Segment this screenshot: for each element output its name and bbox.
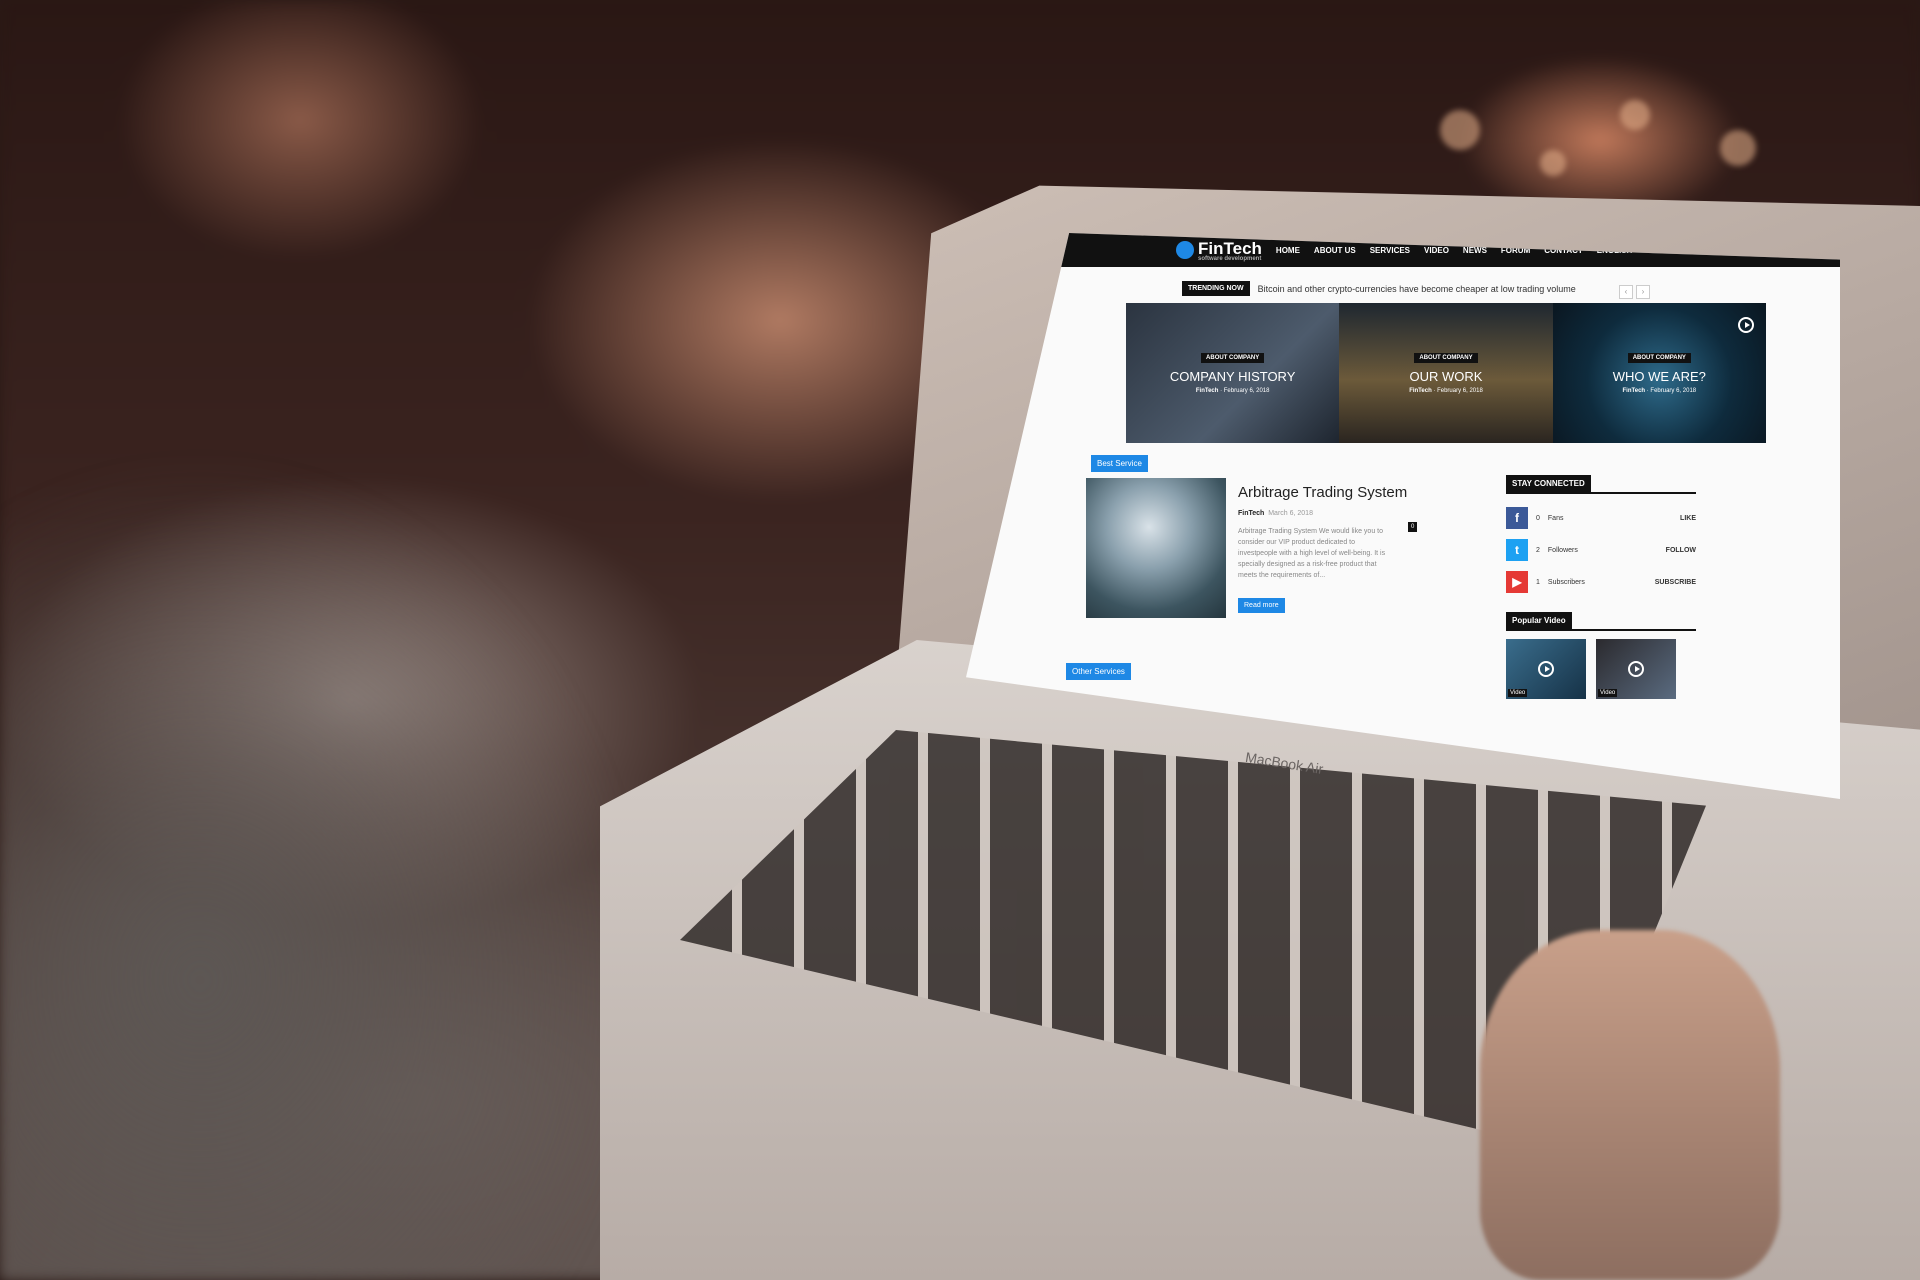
featured-article: Arbitrage Trading System FinTech March 6… — [1086, 478, 1456, 648]
video-thumbnail[interactable]: Video — [1506, 639, 1586, 699]
trending-bar: TRENDING NOW Bitcoin and other crypto-cu… — [1182, 281, 1576, 296]
social-row-youtube[interactable]: ▶ 1 Subscribers SUBSCRIBE — [1506, 566, 1696, 598]
social-count: 2 — [1536, 546, 1540, 554]
tile-category: ABOUT COMPANY — [1627, 352, 1691, 363]
nav-video[interactable]: VIDEO — [1424, 246, 1449, 255]
read-more-button[interactable]: Read more — [1238, 598, 1285, 613]
article-meta: FinTech March 6, 2018 — [1238, 510, 1313, 517]
other-services-tag: Other Services — [1066, 663, 1131, 680]
twitter-icon: t — [1506, 539, 1528, 561]
facebook-icon: f — [1506, 507, 1528, 529]
social-count: 0 — [1536, 514, 1540, 522]
photo-scene: MacBook Air FinTech software development… — [0, 0, 1920, 1280]
video-thumbnail[interactable]: Video — [1596, 639, 1676, 699]
tile-meta: FinTech · February 6, 2018 — [1409, 387, 1483, 394]
trending-nav: ‹ › — [1619, 285, 1650, 299]
article-image[interactable] — [1086, 478, 1226, 618]
divider — [1506, 492, 1696, 494]
logo-text: FinTech — [1198, 238, 1262, 258]
social-label: Followers — [1547, 546, 1578, 554]
tile-meta: FinTech · February 6, 2018 — [1195, 387, 1270, 394]
logo-tagline: software development — [1198, 255, 1262, 262]
play-icon[interactable] — [1538, 661, 1554, 677]
tile-category: ABOUT COMPANY — [1201, 352, 1265, 363]
stay-connected-heading: STAY CONNECTED — [1506, 475, 1591, 492]
nav-services[interactable]: SERVICES — [1370, 246, 1410, 255]
site-logo[interactable]: FinTech software development — [1176, 239, 1262, 262]
article-excerpt: Arbitrage Trading System We would like y… — [1238, 528, 1386, 579]
play-icon[interactable] — [1737, 317, 1754, 333]
chevron-right-icon[interactable]: › — [1636, 285, 1650, 299]
hero-tile[interactable]: ABOUT COMPANY COMPANY HISTORY FinTech · … — [1126, 303, 1340, 443]
video-label: Video — [1598, 689, 1618, 697]
hero-tile[interactable]: ABOUT COMPANY WHO WE ARE? FinTech · Febr… — [1552, 303, 1766, 443]
social-label: Subscribers — [1547, 578, 1585, 586]
social-row-facebook[interactable]: f 0 Fans LIKE — [1506, 502, 1696, 534]
video-label: Video — [1508, 689, 1528, 697]
subscribe-button[interactable]: SUBSCRIBE — [1655, 579, 1696, 586]
comment-count[interactable]: 0 — [1408, 522, 1418, 532]
social-count: 1 — [1536, 578, 1540, 586]
tile-title: COMPANY HISTORY — [1169, 368, 1296, 384]
article-title[interactable]: Arbitrage Trading System — [1238, 484, 1407, 501]
best-service-tag: Best Service — [1091, 455, 1148, 472]
tile-title: WHO WE ARE? — [1612, 368, 1706, 384]
follow-button[interactable]: FOLLOW — [1666, 547, 1696, 554]
nav-about-us[interactable]: ABOUT US — [1314, 246, 1356, 255]
hand — [1480, 930, 1780, 1280]
chevron-left-icon[interactable]: ‹ — [1619, 285, 1633, 299]
social-row-twitter[interactable]: t 2 Followers FOLLOW — [1506, 534, 1696, 566]
trending-headline[interactable]: Bitcoin and other crypto-currencies have… — [1258, 284, 1576, 294]
like-button[interactable]: LIKE — [1680, 515, 1696, 522]
logo-icon — [1176, 241, 1194, 259]
hero-grid: ABOUT COMPANY COMPANY HISTORY FinTech · … — [1126, 303, 1766, 443]
tile-meta: FinTech · February 6, 2018 — [1622, 387, 1697, 394]
sidebar: STAY CONNECTED f 0 Fans LIKE t 2 Followe… — [1506, 473, 1696, 699]
popular-video-heading: Popular Video — [1506, 612, 1572, 629]
social-label: Fans — [1547, 514, 1564, 522]
hero-tile[interactable]: ABOUT COMPANY OUR WORK FinTech · Februar… — [1339, 303, 1553, 443]
trending-label: TRENDING NOW — [1182, 281, 1250, 296]
tile-category: ABOUT COMPANY — [1414, 352, 1478, 363]
nav-home[interactable]: HOME — [1276, 246, 1300, 255]
youtube-icon: ▶ — [1506, 571, 1528, 593]
divider — [1506, 629, 1696, 631]
video-list: Video Video — [1506, 639, 1696, 699]
play-icon[interactable] — [1628, 661, 1644, 677]
tile-title: OUR WORK — [1409, 368, 1483, 384]
